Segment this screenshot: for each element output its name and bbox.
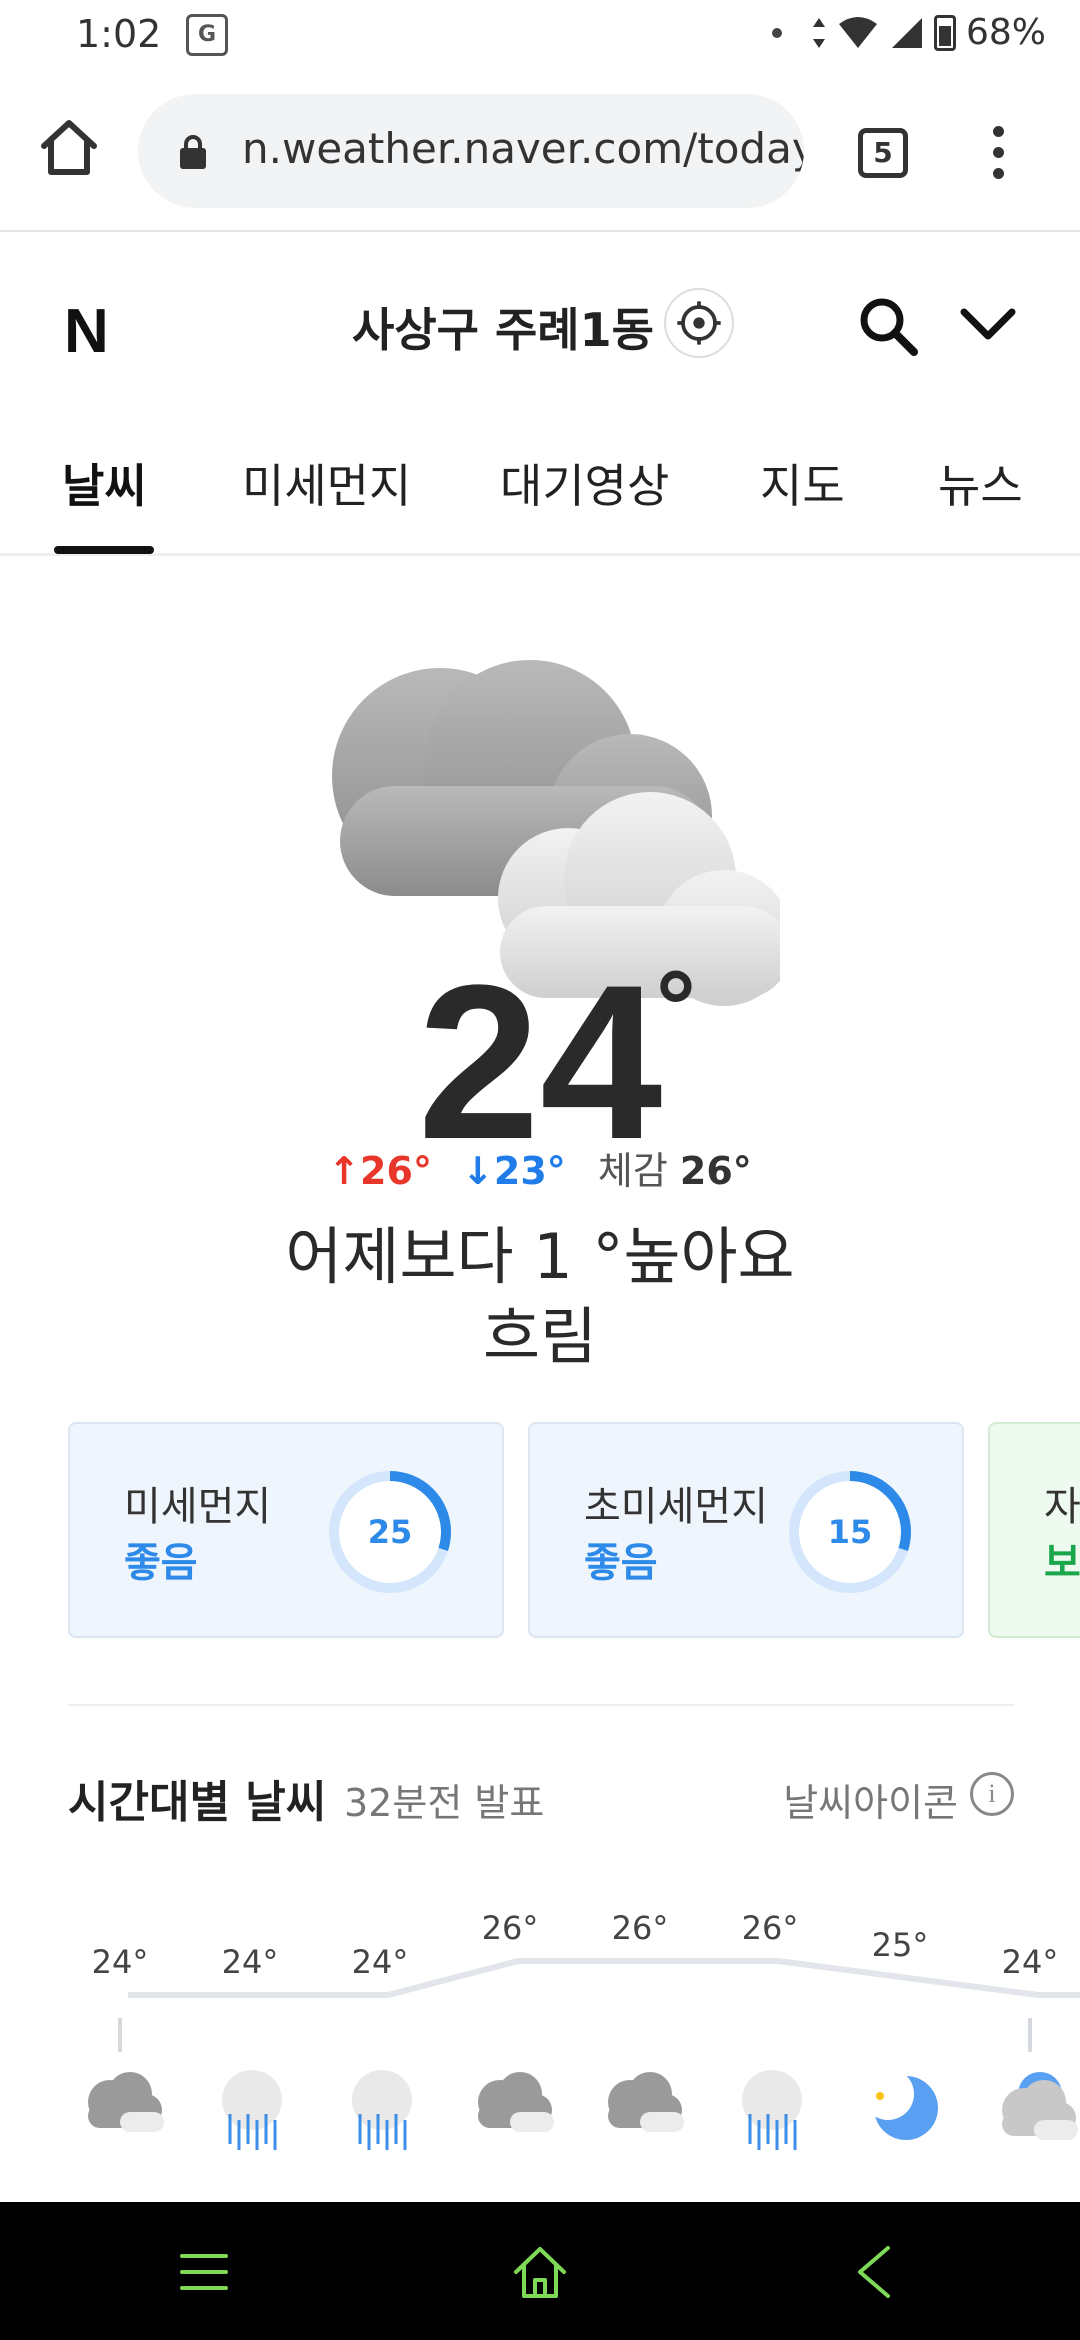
browser-toolbar: n.weather.naver.com/today 5 xyxy=(0,70,1080,232)
translate-icon: G xyxy=(186,14,228,56)
weather-icon-toggle[interactable]: 날씨아이콘 xyxy=(783,1772,958,1827)
low-temp: ↓23° xyxy=(462,1149,566,1193)
hourly-title: 시간대별 날씨 xyxy=(68,1777,327,1828)
hourly-temp-label: 24° xyxy=(1001,1943,1059,1981)
wifi-icon xyxy=(838,16,877,48)
cloudy-icon xyxy=(478,2072,554,2132)
air-quality-cards: 미세먼지 좋음 25 초미세먼지 좋음 15 자 보 xyxy=(0,1422,1080,1638)
hourly-temp-label: 26° xyxy=(481,1909,539,1947)
air-card-title: 초미세먼지 xyxy=(584,1484,768,1530)
hourly-chart: 24° 24° 24° 26° 26° 26° 25° 24° xyxy=(0,1880,1080,2200)
degree-symbol: ° xyxy=(652,954,700,1066)
home-icon[interactable] xyxy=(36,114,102,180)
hourly-temp-label: 24° xyxy=(221,1943,279,1981)
hourly-header: 시간대별 날씨 32분전 발표 날씨아이콘 i xyxy=(68,1766,1014,1828)
url-text: n.weather.naver.com/today xyxy=(242,124,804,173)
cloudy-icon xyxy=(608,2072,684,2132)
air-card-grade: 좋음 xyxy=(124,1540,198,1586)
section-divider xyxy=(68,1704,1014,1706)
feels-like-value: 26° xyxy=(679,1149,752,1193)
battery-icon xyxy=(933,14,956,51)
air-card-grade: 좋음 xyxy=(584,1540,658,1586)
yesterday-comparison: 어제보다 1 °높아요 xyxy=(285,1220,795,1293)
hourly-temp-label: 26° xyxy=(611,1909,669,1947)
air-value: 25 xyxy=(367,1513,413,1551)
high-temp: ↑26° xyxy=(328,1149,432,1193)
chevron-down-icon[interactable] xyxy=(958,300,1018,350)
lock-icon xyxy=(180,135,206,169)
signal-icon xyxy=(891,17,922,48)
hourly-temp-label: 26° xyxy=(741,1909,799,1947)
tab-weather[interactable]: 날씨 xyxy=(62,450,147,516)
moon-icon xyxy=(862,2068,938,2140)
current-weather: 24 ° ↑26° ↓23° 체감 26° 어제보다 1 °높아요 흐림 xyxy=(0,556,1080,1376)
rain-icon xyxy=(222,2070,282,2150)
site-header: N 사상구 주례1동 xyxy=(0,234,1080,410)
air-card-uv[interactable]: 자 보 xyxy=(988,1422,1080,1638)
status-bar: 1:02 G 68% xyxy=(0,0,1080,70)
tab-fine-dust[interactable]: 미세먼지 xyxy=(242,450,411,516)
air-card-title: 자 xyxy=(1044,1484,1080,1530)
system-nav-bar xyxy=(0,2202,1080,2340)
air-card-pm25[interactable]: 초미세먼지 좋음 15 xyxy=(528,1422,964,1638)
url-bar[interactable]: n.weather.naver.com/today xyxy=(138,94,804,208)
rain-icon xyxy=(742,2070,802,2150)
active-tab-indicator xyxy=(54,546,154,554)
data-arrows-icon xyxy=(812,17,825,48)
menu-icon[interactable] xyxy=(168,2236,240,2308)
tab-map[interactable]: 지도 xyxy=(760,450,845,516)
hourly-temp-label: 24° xyxy=(91,1943,149,1981)
feels-like-label: 체감 xyxy=(597,1149,668,1193)
category-tabs: 날씨 미세먼지 대기영상 지도 뉴스 xyxy=(0,410,1080,556)
tabs-icon[interactable]: 5 xyxy=(858,128,908,178)
hourly-temp-label: 24° xyxy=(351,1943,409,1981)
info-icon[interactable]: i xyxy=(970,1772,1014,1816)
air-gauge: 15 xyxy=(784,1466,916,1598)
naver-logo[interactable]: N xyxy=(64,296,109,367)
hourly-updated: 32분전 발표 xyxy=(344,1781,545,1825)
battery-level: 68% xyxy=(965,12,1046,53)
home-icon[interactable] xyxy=(504,2236,576,2308)
air-card-title: 미세먼지 xyxy=(124,1484,272,1530)
status-time: 1:02 xyxy=(76,12,162,56)
cloudy-icon xyxy=(88,2072,164,2132)
rain-icon xyxy=(352,2070,412,2150)
hourly-temp-label: 25° xyxy=(871,1926,929,1964)
cloudy-night-icon xyxy=(1002,2072,1078,2140)
air-card-pm10[interactable]: 미세먼지 좋음 25 xyxy=(68,1422,504,1638)
tab-air-video[interactable]: 대기영상 xyxy=(500,450,669,516)
air-value: 15 xyxy=(827,1513,873,1551)
dot-icon xyxy=(771,27,782,38)
min-max-temps: ↑26° ↓23° 체감 26° xyxy=(0,1140,1080,1195)
back-icon[interactable] xyxy=(838,2236,910,2308)
location-label[interactable]: 사상구 주례1동 xyxy=(352,294,654,360)
search-icon[interactable] xyxy=(856,294,920,358)
tab-news[interactable]: 뉴스 xyxy=(938,450,1023,516)
air-gauge: 25 xyxy=(324,1466,456,1598)
status-icons: 68% xyxy=(771,12,1046,53)
my-location-icon[interactable] xyxy=(664,288,734,358)
more-vert-icon[interactable] xyxy=(988,126,1008,186)
weather-condition: 흐림 xyxy=(482,1300,598,1373)
air-card-grade: 보 xyxy=(1044,1540,1080,1586)
